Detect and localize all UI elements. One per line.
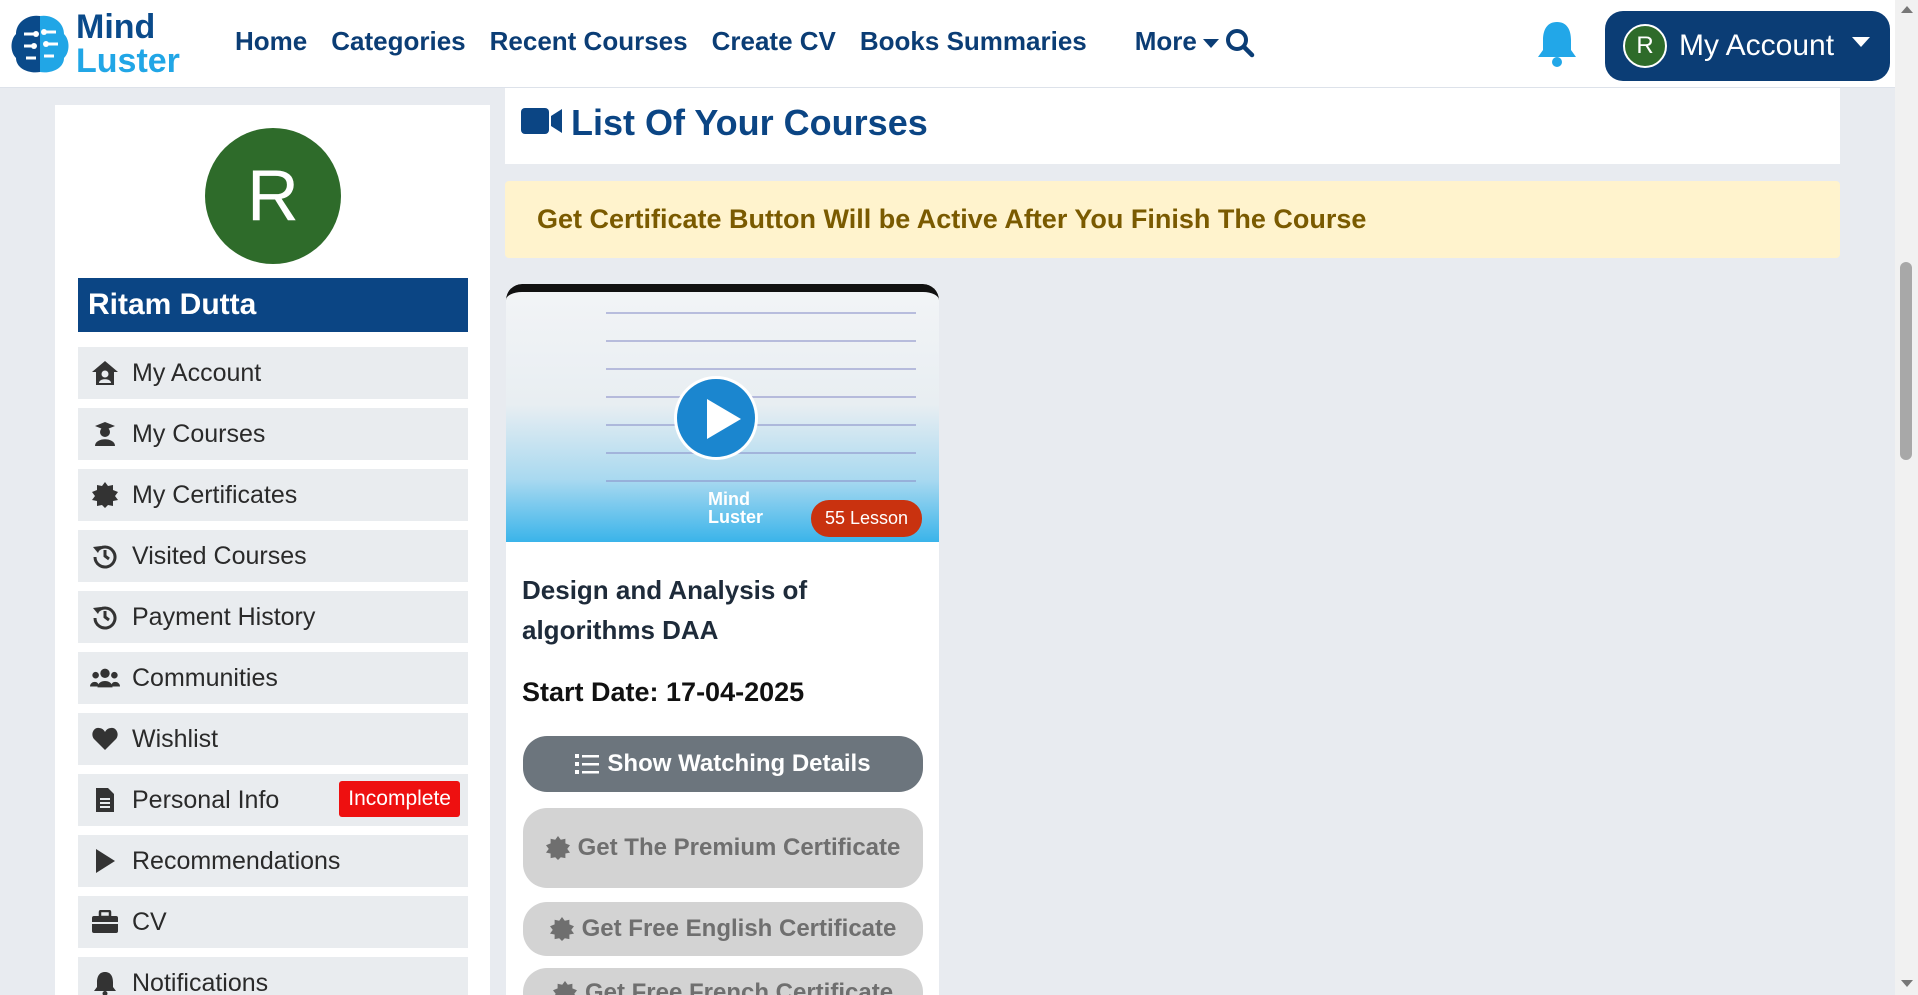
- briefcase-icon: [90, 907, 120, 937]
- site-logo[interactable]: Mind Luster: [10, 8, 200, 80]
- sidebar-item-label: Communities: [132, 663, 278, 692]
- thumbnail-logo-line2: Luster: [708, 507, 764, 527]
- chevron-down-icon: [1852, 37, 1871, 47]
- sidebar-item-label: My Certificates: [132, 480, 298, 509]
- sidebar-item-communities[interactable]: Communities: [78, 652, 468, 704]
- premium-certificate-button[interactable]: Get The Premium Certificate: [523, 808, 923, 888]
- user-name: Ritam Dutta: [78, 278, 468, 332]
- sidebar-item-label: My Courses: [132, 419, 266, 448]
- certificate-alert: Get Certificate Button Will be Active Af…: [505, 181, 1840, 258]
- certificate-icon: [549, 917, 574, 941]
- certificate-icon: [90, 480, 120, 510]
- button-label: Get Free French Certificate: [584, 979, 894, 995]
- certificate-icon: [545, 836, 570, 860]
- avatar: R: [1623, 24, 1667, 68]
- sidebar-item-label: Recommendations: [132, 846, 341, 875]
- scrollbar-thumb[interactable]: [1900, 262, 1912, 460]
- course-title[interactable]: Design and Analysis of algorithms DAA: [522, 570, 922, 650]
- nav-recent-courses[interactable]: Recent Courses: [490, 26, 688, 57]
- nav-more-dropdown[interactable]: More: [1135, 26, 1219, 57]
- sidebar-item-label: My Account: [132, 358, 262, 387]
- play-button-icon[interactable]: [674, 376, 758, 460]
- nav-home[interactable]: Home: [235, 26, 307, 57]
- home-user-icon: [90, 358, 120, 388]
- free-english-certificate-button[interactable]: Get Free English Certificate: [523, 902, 923, 956]
- sidebar-item-visited-courses[interactable]: Visited Courses: [78, 530, 468, 582]
- search-icon[interactable]: [1225, 28, 1255, 58]
- thumbnail-logo: Mind Luster: [674, 490, 763, 526]
- nav-categories[interactable]: Categories: [331, 26, 465, 57]
- my-account-label: My Account: [1679, 29, 1835, 62]
- sidebar-item-label: Notifications: [132, 968, 269, 995]
- whiteboard-notes: [606, 312, 916, 508]
- sidebar-item-label: Wishlist: [132, 724, 219, 753]
- nav-books-summaries[interactable]: Books Summaries: [860, 26, 1087, 57]
- sidebar-item-label: Personal Info: [132, 785, 280, 814]
- history-icon: [90, 602, 120, 632]
- list-icon: [575, 753, 600, 775]
- sidebar-item-label: CV: [132, 907, 167, 936]
- sidebar-item-my-certificates[interactable]: My Certificates: [78, 469, 468, 521]
- bell-icon[interactable]: [1535, 18, 1579, 68]
- scroll-up-arrow-icon[interactable]: [1901, 6, 1913, 13]
- page-title: List Of Your Courses: [571, 102, 928, 143]
- nav-more-label: More: [1134, 26, 1197, 56]
- sidebar-item-notifications[interactable]: Notifications: [78, 957, 468, 995]
- sidebar-item-payment-history[interactable]: Payment History: [78, 591, 468, 643]
- graduate-icon: [90, 419, 120, 449]
- certificate-icon: [552, 981, 577, 995]
- sidebar-menu: My Account My Courses My Certificates Vi…: [78, 347, 468, 995]
- main-nav: Home Categories Recent Courses Create CV…: [235, 26, 1243, 57]
- button-label: Get Free English Certificate: [581, 915, 897, 942]
- bell-icon: [90, 968, 120, 995]
- show-watching-details-button[interactable]: Show Watching Details: [523, 736, 923, 792]
- button-label: Show Watching Details: [607, 750, 871, 777]
- logo-text-luster: Luster: [76, 42, 180, 80]
- sidebar-item-my-courses[interactable]: My Courses: [78, 408, 468, 460]
- button-label: Get The Premium Certificate: [577, 834, 901, 861]
- heart-icon: [90, 724, 120, 754]
- nav-create-cv[interactable]: Create CV: [712, 26, 836, 57]
- sidebar-item-label: Payment History: [132, 602, 316, 631]
- brain-logo-icon: [11, 15, 69, 73]
- sidebar-item-wishlist[interactable]: Wishlist: [78, 713, 468, 765]
- users-icon: [90, 663, 120, 693]
- lesson-count-badge: 55 Lesson: [811, 500, 923, 537]
- course-thumbnail[interactable]: Mind Luster 55 Lesson: [506, 284, 939, 542]
- profile-avatar: R: [205, 128, 341, 264]
- chevron-down-icon: [1202, 38, 1219, 48]
- courses-header: List Of Your Courses: [505, 88, 1840, 164]
- free-french-certificate-button[interactable]: Get Free French Certificate: [523, 968, 923, 995]
- scroll-down-arrow-icon[interactable]: [1901, 980, 1913, 987]
- file-icon: [90, 785, 120, 815]
- play-icon: [90, 846, 120, 876]
- history-icon: [90, 541, 120, 571]
- my-account-dropdown[interactable]: R My Account: [1605, 11, 1890, 81]
- logo-text-mind: Mind: [76, 8, 156, 46]
- sidebar-item-recommendations[interactable]: Recommendations: [78, 835, 468, 887]
- course-card: Mind Luster 55 Lesson Design and Analysi…: [506, 284, 939, 995]
- page-scrollbar[interactable]: [1895, 0, 1918, 995]
- status-badge: Incomplete: [339, 781, 460, 817]
- sidebar-item-personal-info[interactable]: Personal Info Incomplete: [78, 774, 468, 826]
- course-start-date: Start Date: 17-04-2025: [522, 677, 805, 707]
- video-camera-icon: [521, 108, 562, 134]
- thumbnail-logo-line1: Mind: [708, 489, 750, 509]
- sidebar-item-my-account[interactable]: My Account: [78, 347, 468, 399]
- sidebar-item-cv[interactable]: CV: [78, 896, 468, 948]
- top-navbar: Mind Luster Home Categories Recent Cours…: [0, 0, 1895, 88]
- sidebar-item-label: Visited Courses: [132, 541, 307, 570]
- profile-sidebar: R Ritam Dutta My Account My Courses My C…: [55, 105, 490, 995]
